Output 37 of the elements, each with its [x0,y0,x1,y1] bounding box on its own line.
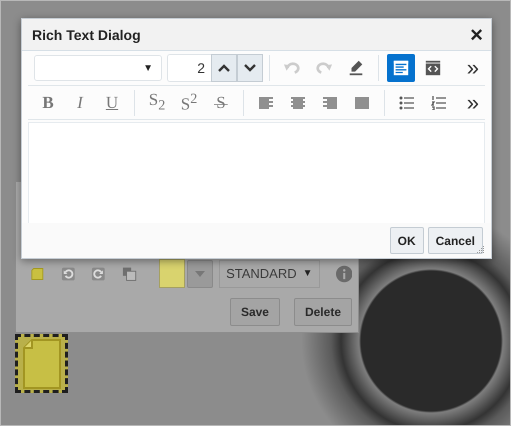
style-select[interactable]: STANDARD ▼ [219,260,320,288]
rotate-left-icon[interactable] [60,266,76,282]
rich-view-button[interactable] [387,54,415,82]
underline-button[interactable]: U [97,88,127,116]
document-icon [392,59,410,77]
note-icon[interactable] [15,334,68,393]
code-icon [424,59,442,77]
bullet-list-icon [399,96,415,110]
increase-button[interactable] [211,54,237,82]
size-field[interactable]: 2 [167,54,211,82]
chevron-down-icon [244,64,256,72]
italic-button[interactable]: I [65,88,95,116]
save-button[interactable]: Save [230,298,280,326]
layers-icon[interactable] [122,266,137,282]
more-button[interactable]: » [460,92,485,114]
close-button[interactable]: × [470,24,483,46]
dialog-title: Rich Text Dialog [32,26,141,42]
chevron-up-icon [218,64,230,72]
info-icon[interactable] [336,264,352,282]
align-right-icon [322,96,338,110]
delete-button[interactable]: Delete [294,298,352,326]
cancel-button[interactable]: Cancel [428,227,483,254]
justify-icon [354,96,370,110]
decrease-button[interactable] [237,54,263,82]
align-center-icon [290,96,306,110]
align-left-icon [258,96,274,110]
caret-icon [195,270,206,276]
bold-button[interactable]: B [33,88,63,116]
numbered-list-icon [431,96,447,110]
subscript-button[interactable]: S$_{2}$ [142,88,172,116]
color-swatch[interactable] [158,259,186,288]
rotate-right-icon[interactable] [91,266,106,282]
ok-button[interactable]: OK [390,227,424,254]
eraser-icon [347,59,365,77]
superscript-button[interactable]: S$^{2}$ [174,88,204,116]
more-button[interactable]: » [460,57,485,79]
font-select[interactable]: ▼ [34,55,162,81]
